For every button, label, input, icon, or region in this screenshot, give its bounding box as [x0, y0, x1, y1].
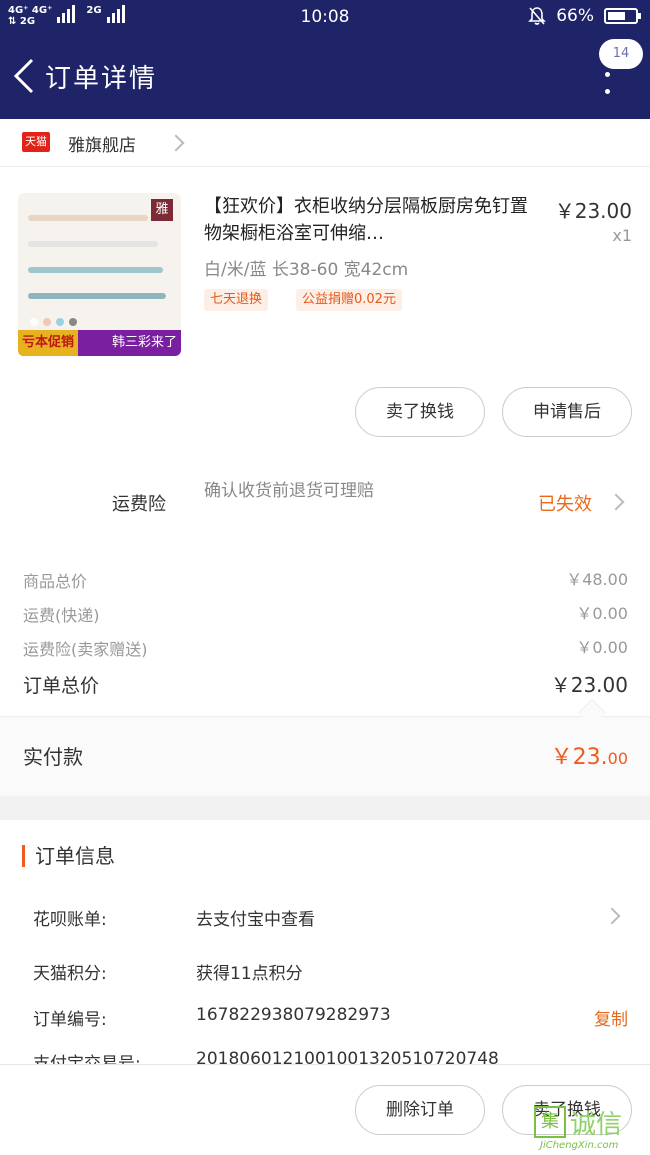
shipping-value: ￥0.00 — [576, 604, 628, 623]
chevron-right-icon — [167, 134, 185, 152]
promo-label-right: 韩三彩来了 — [111, 335, 177, 350]
shelf-graphic — [28, 267, 163, 273]
paid-value-main: ￥23. — [550, 745, 608, 770]
color-dots — [30, 318, 77, 326]
shelf-graphic — [28, 215, 148, 221]
brand-tag: 雅 — [151, 199, 173, 221]
section-divider — [0, 796, 650, 820]
store-name[interactable]: 雅旗舰店 — [68, 131, 136, 156]
product-sku: 白/米/蓝 长38-60 宽42cm — [204, 260, 409, 280]
order-number-value: 167822938079282973 — [196, 1005, 391, 1025]
insurance-description: 确认收货前退货可理赔 — [204, 481, 374, 501]
watermark-box: 集 — [534, 1106, 566, 1138]
order-info-title: 订单信息 — [22, 845, 115, 867]
bell-mute-icon — [528, 7, 547, 25]
more-menu-icon[interactable] — [602, 72, 612, 94]
product-title[interactable]: 【狂欢价】衣柜收纳分层隔板厨房免钉置物架橱柜浴室可伸缩… — [204, 193, 539, 247]
after-sale-button[interactable]: 申请售后 — [502, 387, 632, 437]
resell-button[interactable]: 卖了换钱 — [355, 387, 485, 437]
site-watermark: 集 诚信 JiChengXin.com — [532, 1104, 650, 1155]
paid-amount-row: 实付款 ￥23.00 — [0, 716, 650, 796]
order-total-value: ￥23.00 — [550, 673, 628, 697]
product-thumbnail[interactable]: 雅 亏本促销 韩三彩来了 — [18, 193, 181, 356]
goods-total-value: ￥48.00 — [566, 570, 628, 589]
chevron-right-icon — [603, 907, 621, 925]
shipping-insurance-value: ￥0.00 — [576, 638, 628, 657]
battery-icon — [604, 8, 641, 24]
promo-label-left: 亏本促销 — [18, 330, 79, 356]
chevron-right-icon — [607, 493, 625, 511]
paid-value: ￥23.00 — [551, 739, 628, 771]
shipping-label: 运费(快递) — [23, 606, 100, 625]
charity-tag: 公益捐赠0.02元 — [296, 289, 402, 311]
back-arrow-icon[interactable] — [10, 56, 40, 96]
shelf-graphic — [28, 241, 158, 247]
order-total-label: 订单总价 — [23, 675, 100, 697]
points-label: 天猫积分: — [33, 964, 107, 984]
order-number-label: 订单编号: — [33, 1010, 107, 1030]
app-header: 订单详情 14 — [0, 34, 650, 119]
insurance-status[interactable]: 已失效 — [538, 490, 592, 516]
tmall-logo-icon: 天猫 — [22, 132, 50, 152]
insurance-label: 运费险 — [112, 494, 166, 515]
shipping-insurance-label: 运费险(卖家赠送) — [23, 640, 148, 659]
battery-percent: 66% — [556, 6, 594, 26]
paid-label: 实付款 — [23, 745, 83, 769]
status-bar: 4G⁺ 4G⁺ ⇅ 2G 2G 10:08 66% — [0, 0, 650, 34]
product-quantity: x1 — [612, 226, 632, 245]
goods-total-label: 商品总价 — [23, 572, 88, 591]
watermark-text: 诚信 — [570, 1110, 623, 1140]
huabei-label: 花呗账单: — [33, 910, 107, 930]
watermark-domain: JiChengXin.com — [540, 1140, 619, 1151]
service-tag: 七天退换 — [204, 289, 269, 311]
paid-value-decimal: 00 — [607, 749, 628, 768]
store-row[interactable]: 天猫 雅旗舰店 — [0, 119, 650, 167]
product-price: ￥23.00 — [554, 199, 632, 223]
points-value: 获得11点积分 — [196, 964, 303, 984]
shelf-graphic — [28, 293, 166, 299]
copy-button[interactable]: 复制 — [594, 1005, 628, 1030]
page-title: 订单详情 — [45, 64, 158, 94]
delete-order-button[interactable]: 删除订单 — [355, 1085, 485, 1135]
message-count-badge[interactable]: 14 — [599, 39, 643, 69]
huabei-value[interactable]: 去支付宝中查看 — [196, 905, 315, 930]
